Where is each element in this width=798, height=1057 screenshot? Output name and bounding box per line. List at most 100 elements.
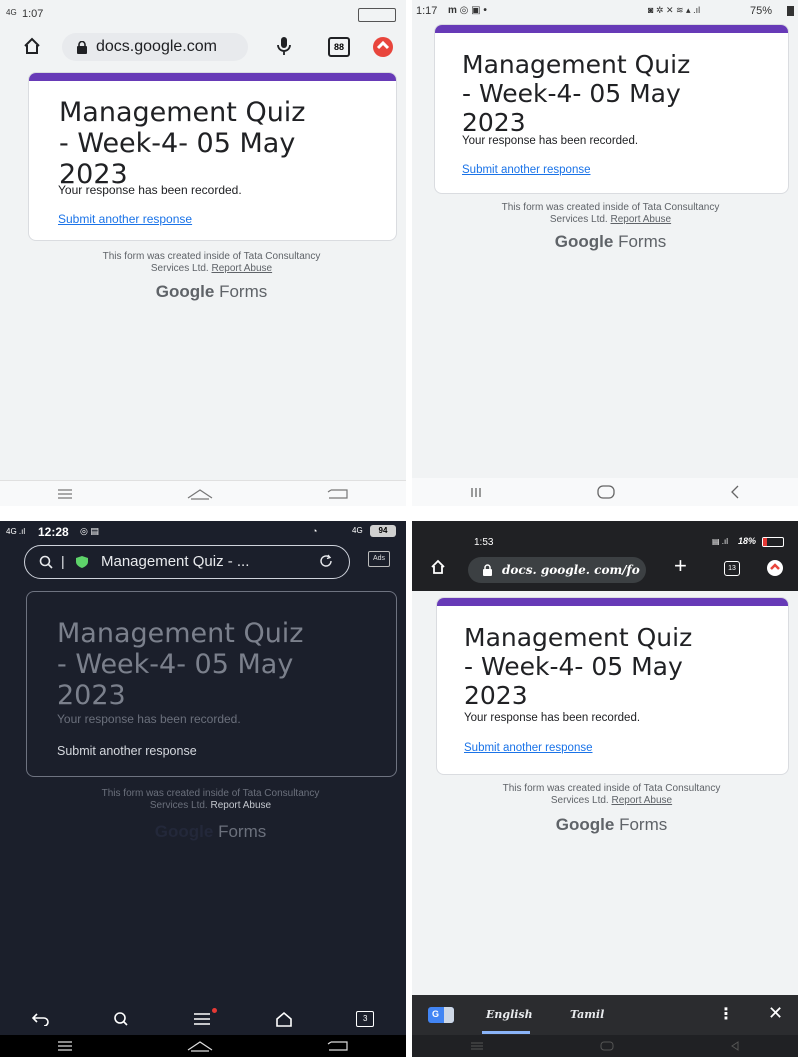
- back-nav-icon[interactable]: [327, 488, 349, 500]
- form-title-line-2: - Week-4- 05 May: [464, 651, 683, 681]
- back-nav-icon[interactable]: [730, 1041, 740, 1051]
- form-footer: This form was created inside of Tata Con…: [28, 251, 395, 275]
- battery-icon: [358, 8, 396, 22]
- form-title-line-2: - Week-4- 05 May: [57, 649, 294, 681]
- footer-text-line-2: Services Ltd.: [550, 795, 609, 806]
- home-nav-icon[interactable]: [597, 485, 615, 499]
- home-icon[interactable]: [275, 1011, 293, 1027]
- back-nav-icon[interactable]: [730, 485, 740, 499]
- report-abuse-link[interactable]: Report Abuse: [211, 263, 272, 274]
- card-accent-bar: [29, 73, 396, 81]
- response-recorded-text: Your response has been recorded.: [57, 712, 241, 726]
- status-time: 1:07: [22, 8, 44, 20]
- adblock-icon[interactable]: [766, 559, 784, 577]
- browser-toolbar: docs.google.com 88: [0, 30, 406, 64]
- tab-count-button[interactable]: 88: [328, 37, 350, 57]
- tab-count-button[interactable]: 13: [724, 561, 740, 576]
- report-abuse-link[interactable]: Report Abuse: [610, 214, 671, 225]
- form-title: Management Quiz - Week-4- 05 May 2023: [59, 97, 305, 190]
- signal-icons: ▤ .ıl: [712, 537, 729, 546]
- status-bar: 4G 1:07: [0, 0, 406, 30]
- google-brand: Google: [555, 815, 615, 834]
- form-title-line-3: 2023: [57, 680, 126, 712]
- ad-block-icon[interactable]: Ads: [368, 551, 390, 567]
- form-footer: This form was created inside of Tata Con…: [26, 788, 395, 812]
- network-indicator: 4G .ıl: [6, 527, 26, 536]
- tab-count-button[interactable]: 3: [356, 1011, 375, 1027]
- reload-icon[interactable]: [319, 554, 333, 568]
- url-text: docs.google.com: [96, 38, 217, 55]
- address-bar[interactable]: docs. google. com/fo: [468, 557, 646, 583]
- forms-brand: Forms: [219, 282, 268, 301]
- submit-another-link[interactable]: Submit another response: [58, 212, 192, 226]
- submit-another-link[interactable]: Submit another response: [57, 744, 197, 758]
- recent-apps-icon[interactable]: [57, 1041, 73, 1051]
- form-title-line-1: Management Quiz: [462, 50, 691, 79]
- recent-apps-icon[interactable]: [57, 489, 73, 499]
- screenshot-panel-2: 1:17 m ◎ ▣ • ◙ ✲ ✕ ≋ ▴ .ıl 75% Managemen…: [412, 0, 798, 506]
- form-title-line-1: Management Quiz: [57, 618, 304, 649]
- form-confirmation-card: Management Quiz - Week-4- 05 May 2023 Yo…: [434, 24, 789, 194]
- home-nav-icon[interactable]: [187, 488, 213, 500]
- adblock-icon[interactable]: [372, 36, 394, 58]
- google-translate-icon[interactable]: G: [428, 1007, 454, 1023]
- forms-brand: Forms: [618, 232, 667, 251]
- google-forms-logo[interactable]: Google Forms: [26, 822, 395, 842]
- translate-bar: G English Tamil ⋮ ✕: [412, 995, 798, 1035]
- system-nav-bar: [412, 478, 798, 506]
- form-confirmation-card: Management Quiz - Week-4- 05 May 2023 Yo…: [26, 591, 397, 777]
- shield-icon: [75, 555, 89, 569]
- google-forms-logo[interactable]: Google Forms: [28, 282, 395, 302]
- translate-language-tamil[interactable]: Tamil: [570, 1008, 604, 1021]
- lock-icon: [76, 41, 88, 54]
- battery-indicator: 94: [370, 525, 396, 537]
- form-title: Management Quiz - Week-4- 05 May 2023: [57, 618, 303, 711]
- response-recorded-text: Your response has been recorded.: [464, 712, 641, 724]
- lock-icon: [482, 564, 493, 576]
- status-time: 1:17: [416, 5, 438, 17]
- google-forms-logo[interactable]: Google Forms: [434, 232, 787, 252]
- screenshot-panel-3: 4G .ıl 12:28 ◎ ▤ ◔ 4G 94 | Management Qu…: [0, 521, 406, 1057]
- microphone-icon[interactable]: [276, 36, 292, 56]
- footer-text-line-1: This form was created inside of Tata Con…: [502, 783, 721, 794]
- search-icon: [39, 555, 53, 569]
- browser-header: 1:53 ▤ .ıl 18% docs. google. com/fo + 13: [412, 521, 798, 591]
- selected-language-indicator: [482, 1031, 530, 1034]
- address-bar[interactable]: | Management Quiz - ...: [24, 545, 350, 579]
- page-title-text: Management Quiz - ...: [101, 553, 250, 570]
- submit-another-link[interactable]: Submit another response: [462, 164, 591, 176]
- menu-icon[interactable]: [193, 1008, 217, 1026]
- address-bar[interactable]: docs.google.com: [62, 33, 248, 61]
- battery-percent: 18%: [738, 536, 757, 546]
- recent-apps-icon[interactable]: [470, 1042, 484, 1050]
- search-icon[interactable]: [113, 1011, 129, 1027]
- new-tab-icon[interactable]: +: [674, 555, 687, 577]
- google-forms-logo[interactable]: Google Forms: [436, 815, 787, 835]
- system-nav-bar: [412, 1035, 798, 1057]
- report-abuse-link[interactable]: Report Abuse: [210, 800, 271, 811]
- home-icon[interactable]: [430, 559, 446, 575]
- notification-dot: [211, 1008, 217, 1013]
- translate-language-english[interactable]: English: [486, 1008, 533, 1021]
- form-title-line-3: 2023: [462, 107, 526, 137]
- submit-another-link[interactable]: Submit another response: [464, 742, 593, 754]
- network-indicator: 4G: [6, 8, 17, 17]
- footer-text-line-2: Services Ltd.: [549, 214, 608, 225]
- home-nav-icon[interactable]: [600, 1041, 614, 1051]
- footer-text-line-1: This form was created inside of Tata Con…: [102, 251, 321, 262]
- home-nav-icon[interactable]: [187, 1040, 213, 1052]
- footer-text-line-1: This form was created inside of Tata Con…: [101, 788, 320, 799]
- separator: |: [61, 553, 65, 569]
- more-options-icon[interactable]: ⋮: [718, 1004, 734, 1024]
- system-status-icons: ◙ ✲ ✕ ≋ ▴ .ıl: [648, 5, 701, 15]
- battery-icon: [762, 537, 784, 547]
- report-abuse-link[interactable]: Report Abuse: [611, 795, 672, 806]
- google-brand: Google: [154, 822, 214, 841]
- home-icon[interactable]: [22, 36, 42, 56]
- close-icon[interactable]: ✕: [768, 1003, 783, 1024]
- status-time: 12:28: [38, 525, 69, 539]
- response-recorded-text: Your response has been recorded.: [462, 135, 639, 147]
- recent-apps-icon[interactable]: [470, 487, 482, 498]
- back-icon[interactable]: [31, 1012, 50, 1026]
- back-nav-icon[interactable]: [327, 1040, 349, 1052]
